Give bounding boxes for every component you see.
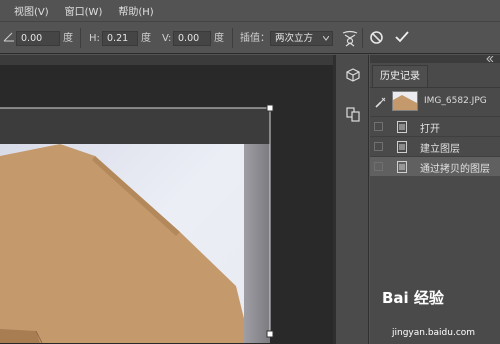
panel-icon-column: [336, 55, 369, 344]
chevron-down-icon: [323, 36, 329, 41]
menu-bar: 视图(V) 窗口(W) 帮助(H): [0, 0, 500, 22]
transform-handle-top-right[interactable]: [266, 104, 274, 112]
angle-input[interactable]: 0.00: [16, 31, 60, 46]
history-item[interactable]: 打开: [370, 116, 500, 136]
watermark-logo-text: Bai 经验: [382, 289, 444, 307]
panel-collapse-bar[interactable]: [370, 55, 500, 63]
v-unit: 度: [214, 33, 224, 44]
history-item-label: 建立图层: [420, 144, 460, 155]
options-bar: 0.00 度 H: 0.21 度 V: 0.00 度 插值： 两次立方: [0, 22, 500, 54]
history-panel-icon[interactable]: [345, 106, 361, 122]
angle-unit: 度: [63, 33, 73, 44]
h-unit: 度: [141, 33, 151, 44]
history-brush-checkbox[interactable]: [374, 122, 383, 131]
warp-toggle-icon[interactable]: [341, 29, 359, 47]
h-skew-input[interactable]: 0.21: [102, 31, 138, 46]
angle-icon: [3, 32, 14, 42]
commit-transform-icon[interactable]: [394, 29, 410, 45]
history-item-label: 通过拷贝的图层: [420, 164, 490, 175]
v-label: V:: [162, 33, 172, 44]
baidu-jingyan-watermark: Bai 经验: [382, 287, 444, 308]
interpolation-value: 两次立方: [275, 33, 314, 44]
watermark-url: jingyan.baidu.com: [392, 328, 476, 338]
snapshot-name: IMG_6582.JPG: [424, 96, 487, 106]
separator: [362, 28, 363, 48]
history-item-label: 打开: [420, 124, 440, 135]
transform-bounding-box[interactable]: [0, 55, 333, 344]
snapshot-thumbnail: [392, 91, 418, 111]
canvas-workspace[interactable]: [0, 55, 333, 344]
history-brush-source-icon[interactable]: [374, 96, 387, 109]
v-skew-input[interactable]: 0.00: [173, 31, 211, 46]
transform-handle-bottom-right[interactable]: [266, 330, 274, 338]
history-state-icon: [397, 141, 407, 153]
menu-help[interactable]: 帮助(H): [118, 3, 153, 18]
menu-window[interactable]: 窗口(W): [65, 3, 103, 18]
history-brush-checkbox[interactable]: [374, 162, 383, 171]
history-snapshot[interactable]: IMG_6582.JPG: [370, 88, 500, 116]
interpolation-label: 插值：: [240, 33, 270, 44]
collapse-arrows-icon[interactable]: [486, 56, 494, 62]
interpolation-select[interactable]: 两次立方: [270, 31, 333, 46]
snapshot-thumbnail-image: [393, 95, 417, 110]
history-state-icon: [397, 121, 407, 133]
separator: [80, 28, 81, 48]
cancel-transform-icon[interactable]: [369, 30, 384, 45]
history-brush-checkbox[interactable]: [374, 142, 383, 151]
h-label: H:: [89, 33, 100, 44]
history-item-active[interactable]: 通过拷贝的图层: [370, 156, 500, 176]
history-state-icon: [397, 161, 407, 173]
3d-cube-icon[interactable]: [345, 67, 361, 83]
separator: [232, 28, 233, 48]
tab-history[interactable]: 历史记录: [372, 65, 428, 87]
history-item[interactable]: 建立图层: [370, 136, 500, 156]
menu-view[interactable]: 视图(V): [14, 3, 49, 18]
